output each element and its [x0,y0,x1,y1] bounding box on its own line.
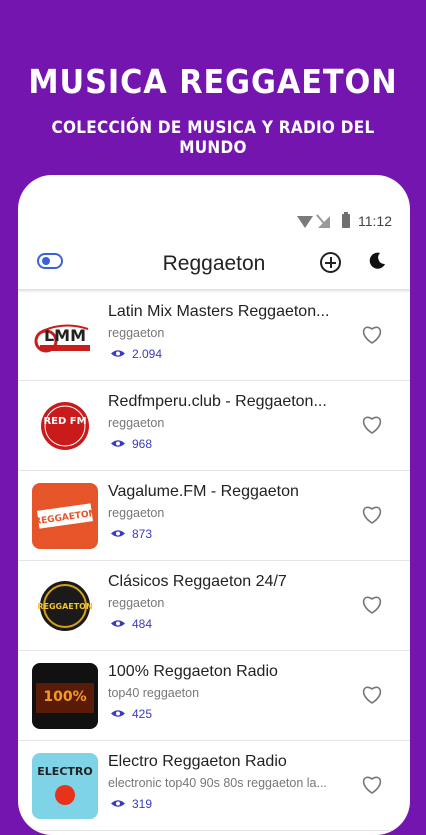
station-logo: REGGAETON [32,573,98,639]
station-views: 319 [132,797,153,811]
station-genre: reggaeton [108,326,165,340]
views-icon [111,620,125,627]
station-row[interactable]: REGGAETON Clásicos Reggaeton 24/7 reggae… [18,561,410,651]
views-icon [111,530,125,537]
station-title: Latin Mix Masters Reggaeton... [108,303,330,320]
station-logo: RED FM [32,393,98,459]
station-title: Vagalume.FM - Reggaeton [108,483,299,500]
station-title: Redfmperu.club - Reggaeton... [108,393,327,410]
favorite-heart-icon[interactable] [361,505,383,525]
status-time: 11:12 [358,213,392,229]
views-icon [111,350,125,357]
battery-icon [342,212,350,228]
station-views: 2.094 [132,347,163,361]
promo-title: MUSICA REGGAETON [28,62,398,101]
station-row[interactable]: ELECTRO Electro Reggaeton Radio electron… [18,741,410,831]
station-genre: top40 reggaeton [108,686,200,700]
logo-lettering: ELECTRO [37,765,92,778]
station-genre: reggaeton [108,596,165,610]
station-genre: reggaeton [108,506,165,520]
logo-lettering: 100% [43,689,86,705]
station-logo: ¡REGGAETON! [32,483,98,549]
favorite-heart-icon[interactable] [361,595,383,615]
station-genre: reggaeton [108,416,165,430]
phone-frame: 11:12 Reggaeton LMM Latin Mix Masters Re… [18,175,410,835]
views-icon [111,440,125,447]
add-button[interactable] [320,252,341,273]
dark-mode-icon[interactable] [367,251,387,271]
station-views: 968 [132,437,153,451]
logo-lettering: RED FM [43,416,86,427]
views-icon [111,710,125,717]
station-row[interactable]: ¡REGGAETON! Vagalume.FM - Reggaeton regg… [18,471,410,561]
wifi-icon [297,216,313,228]
station-title: Clásicos Reggaeton 24/7 [108,573,287,590]
favorite-heart-icon[interactable] [361,415,383,435]
station-logo: LMM [32,303,98,369]
station-list: LMM Latin Mix Masters Reggaeton... regga… [18,291,410,831]
station-views: 873 [132,527,153,541]
station-views: 484 [132,617,153,631]
favorite-heart-icon[interactable] [361,685,383,705]
favorite-heart-icon[interactable] [361,775,383,795]
station-views: 425 [132,707,153,721]
views-icon [111,800,125,807]
logo-lettering: REGGAETON [37,602,92,611]
station-genre: electronic top40 90s 80s reggaeton la... [108,776,327,790]
station-logo: 100% [32,663,98,729]
station-title: Electro Reggaeton Radio [108,753,287,770]
station-row[interactable]: 100% 100% Reggaeton Radio top40 reggaeto… [18,651,410,741]
station-title: 100% Reggaeton Radio [108,663,278,680]
app-bar: Reggaeton [18,243,410,287]
station-row[interactable]: LMM Latin Mix Masters Reggaeton... regga… [18,291,410,381]
page-title: Reggaeton [162,252,266,275]
favorite-heart-icon[interactable] [361,325,383,345]
promo-subtitle: COLECCIÓN DE MUSICA Y RADIO DEL MUNDO [51,118,375,158]
station-logo: ELECTRO [32,753,98,819]
station-row[interactable]: RED FM Redfmperu.club - Reggaeton... reg… [18,381,410,471]
